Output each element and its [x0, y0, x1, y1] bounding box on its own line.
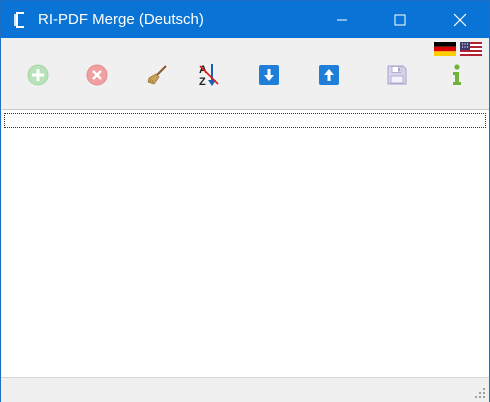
file-list[interactable]: [2, 109, 489, 378]
status-bar: [1, 377, 489, 402]
remove-file-button[interactable]: [84, 62, 110, 88]
svg-text:Z: Z: [199, 76, 206, 88]
main-window: RI-PDF Merge (Deutsch) Z: [0, 0, 490, 402]
broom-icon: [147, 65, 167, 85]
info-icon: [453, 64, 461, 85]
x-circle-icon: [86, 64, 108, 86]
add-file-button[interactable]: [25, 62, 51, 88]
clear-list-button[interactable]: [144, 62, 170, 88]
maximize-button[interactable]: [377, 1, 423, 38]
move-down-button[interactable]: [256, 62, 282, 88]
move-up-button[interactable]: [316, 62, 342, 88]
info-button[interactable]: [444, 62, 470, 88]
german-flag-icon: [434, 42, 456, 56]
minimize-button[interactable]: [319, 1, 365, 38]
german-language-button[interactable]: [434, 42, 456, 56]
list-focus-row[interactable]: [4, 113, 486, 128]
app-icon: [14, 12, 24, 28]
title-bar[interactable]: RI-PDF Merge (Deutsch): [1, 1, 489, 38]
maximize-icon: [394, 14, 406, 25]
toolbar: A Z: [1, 38, 489, 108]
sort-az-icon: A Z: [199, 64, 219, 88]
close-icon: [453, 13, 467, 26]
window-title: RI-PDF Merge (Deutsch): [38, 11, 204, 28]
us-flag-icon: [460, 42, 482, 56]
plus-circle-icon: [27, 64, 49, 86]
close-button[interactable]: [437, 1, 483, 38]
floppy-disk-icon: [387, 65, 407, 85]
english-language-button[interactable]: [460, 42, 482, 56]
arrow-up-icon: [319, 65, 339, 85]
resize-grip-icon[interactable]: [474, 387, 486, 399]
sort-az-button[interactable]: A Z: [196, 62, 222, 88]
minimize-icon: [337, 19, 347, 20]
save-button[interactable]: [384, 62, 410, 88]
arrow-down-icon: [259, 65, 279, 85]
